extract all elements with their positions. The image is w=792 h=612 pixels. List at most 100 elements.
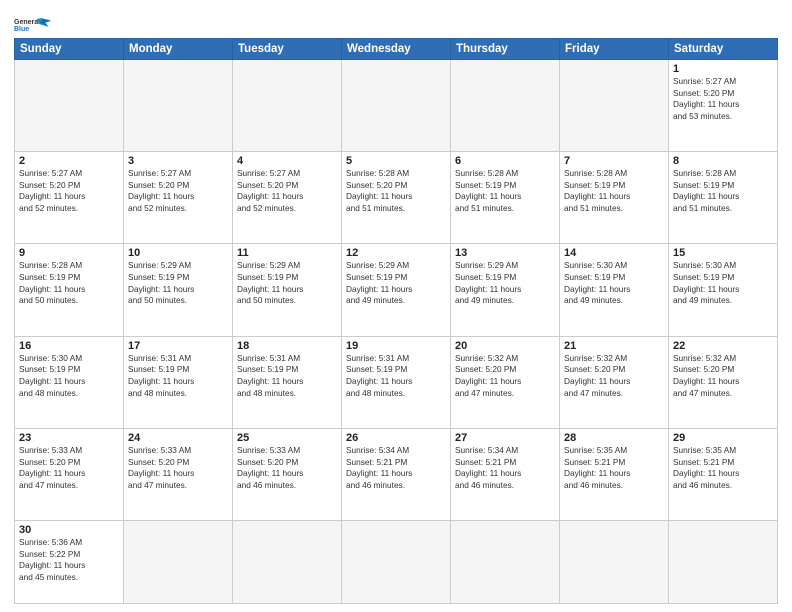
day-number: 29 (673, 432, 773, 444)
calendar-week-row: 16Sunrise: 5:30 AM Sunset: 5:19 PM Dayli… (15, 336, 778, 428)
day-info: Sunrise: 5:36 AM Sunset: 5:22 PM Dayligh… (19, 537, 119, 583)
calendar-table: SundayMondayTuesdayWednesdayThursdayFrid… (14, 38, 778, 604)
calendar-day-cell: 5Sunrise: 5:28 AM Sunset: 5:20 PM Daylig… (342, 152, 451, 244)
day-number: 13 (455, 247, 555, 259)
day-info: Sunrise: 5:29 AM Sunset: 5:19 PM Dayligh… (237, 260, 337, 306)
day-info: Sunrise: 5:31 AM Sunset: 5:19 PM Dayligh… (237, 353, 337, 399)
day-number: 27 (455, 432, 555, 444)
day-info: Sunrise: 5:30 AM Sunset: 5:19 PM Dayligh… (564, 260, 664, 306)
calendar-day-header: Wednesday (342, 39, 451, 60)
calendar-day-header: Sunday (15, 39, 124, 60)
day-info: Sunrise: 5:28 AM Sunset: 5:19 PM Dayligh… (455, 168, 555, 214)
day-number: 28 (564, 432, 664, 444)
svg-text:General: General (14, 19, 40, 26)
calendar-day-cell: 10Sunrise: 5:29 AM Sunset: 5:19 PM Dayli… (124, 244, 233, 336)
day-number: 23 (19, 432, 119, 444)
day-number: 21 (564, 340, 664, 352)
calendar-day-cell: 6Sunrise: 5:28 AM Sunset: 5:19 PM Daylig… (451, 152, 560, 244)
calendar-day-cell: 1Sunrise: 5:27 AM Sunset: 5:20 PM Daylig… (669, 60, 778, 152)
day-info: Sunrise: 5:29 AM Sunset: 5:19 PM Dayligh… (346, 260, 446, 306)
calendar-week-row: 23 Sunrise: 5:33 AM Sunset: 5:20 PM Dayli… (15, 428, 778, 520)
calendar-day-cell (669, 521, 778, 604)
day-info: Sunrise: 5:28 AM Sunset: 5:19 PM Dayligh… (673, 168, 773, 214)
calendar-day-header: Thursday (451, 39, 560, 60)
day-number: 3 (128, 155, 228, 167)
day-number: 2 (19, 155, 119, 167)
day-info: Sunrise: 5:35 AM Sunset: 5:21 PM Dayligh… (564, 445, 664, 491)
calendar-day-header: Saturday (669, 39, 778, 60)
day-number: 20 (455, 340, 555, 352)
day-number: 15 (673, 247, 773, 259)
day-number: 8 (673, 155, 773, 167)
header: General Blue (14, 10, 778, 36)
calendar-day-cell (342, 60, 451, 152)
page: General Blue SundayMondayTuesdayWednesda… (0, 0, 792, 612)
day-number: 11 (237, 247, 337, 259)
calendar-day-cell: 4Sunrise: 5:27 AM Sunset: 5:20 PM Daylig… (233, 152, 342, 244)
calendar-day-cell: 20Sunrise: 5:32 AM Sunset: 5:20 PM Dayli… (451, 336, 560, 428)
calendar-day-cell: 19Sunrise: 5:31 AM Sunset: 5:19 PM Dayli… (342, 336, 451, 428)
logo: General Blue (14, 14, 54, 36)
calendar-week-row: 30Sunrise: 5:36 AM Sunset: 5:22 PM Dayli… (15, 521, 778, 604)
day-info: Sunrise: 5:32 AM Sunset: 5:20 PM Dayligh… (455, 353, 555, 399)
day-number: 19 (346, 340, 446, 352)
day-info: Sunrise: 5:31 AM Sunset: 5:19 PM Dayligh… (346, 353, 446, 399)
calendar-day-cell: 7Sunrise: 5:28 AM Sunset: 5:19 PM Daylig… (560, 152, 669, 244)
day-number: 7 (564, 155, 664, 167)
calendar-day-cell: 13Sunrise: 5:29 AM Sunset: 5:19 PM Dayli… (451, 244, 560, 336)
day-number: 1 (673, 63, 773, 75)
calendar-day-cell: 23Sunrise: 5:33 AM Sunset: 5:20 PM Dayli… (15, 428, 124, 520)
day-number: 24 (128, 432, 228, 444)
day-number: 4 (237, 155, 337, 167)
calendar-day-cell: 18Sunrise: 5:31 AM Sunset: 5:19 PM Dayli… (233, 336, 342, 428)
calendar-day-cell: 21Sunrise: 5:32 AM Sunset: 5:20 PM Dayli… (560, 336, 669, 428)
calendar-day-cell: 22Sunrise: 5:32 AM Sunset: 5:20 PM Dayli… (669, 336, 778, 428)
day-info: Sunrise: 5:29 AM Sunset: 5:19 PM Dayligh… (455, 260, 555, 306)
day-number: 5 (346, 155, 446, 167)
calendar-day-cell: 29Sunrise: 5:35 AM Sunset: 5:21 PM Dayli… (669, 428, 778, 520)
svg-text:Blue: Blue (14, 26, 29, 33)
day-number: 10 (128, 247, 228, 259)
day-info: Sunrise: 5:27 AM Sunset: 5:20 PM Dayligh… (19, 168, 119, 214)
calendar-day-cell (15, 60, 124, 152)
day-info: Sunrise: 5:28 AM Sunset: 5:19 PM Dayligh… (564, 168, 664, 214)
calendar-day-cell: 11Sunrise: 5:29 AM Sunset: 5:19 PM Dayli… (233, 244, 342, 336)
calendar-day-header: Monday (124, 39, 233, 60)
calendar-week-row: 9Sunrise: 5:28 AM Sunset: 5:19 PM Daylig… (15, 244, 778, 336)
day-info: Sunrise: 5:32 AM Sunset: 5:20 PM Dayligh… (564, 353, 664, 399)
day-info: Sunrise: 5:31 AM Sunset: 5:19 PM Dayligh… (128, 353, 228, 399)
day-number: 26 (346, 432, 446, 444)
calendar-week-row: 2Sunrise: 5:27 AM Sunset: 5:20 PM Daylig… (15, 152, 778, 244)
calendar-day-cell: 24Sunrise: 5:33 AM Sunset: 5:20 PM Dayli… (124, 428, 233, 520)
calendar-day-cell: 25Sunrise: 5:33 AM Sunset: 5:20 PM Dayli… (233, 428, 342, 520)
calendar-day-cell (451, 60, 560, 152)
calendar-day-cell (124, 521, 233, 604)
day-info: Sunrise: 5:27 AM Sunset: 5:20 PM Dayligh… (128, 168, 228, 214)
calendar-day-cell: 17Sunrise: 5:31 AM Sunset: 5:19 PM Dayli… (124, 336, 233, 428)
calendar-day-cell (560, 60, 669, 152)
day-info: Sunrise: 5:27 AM Sunset: 5:20 PM Dayligh… (673, 76, 773, 122)
day-info: Sunrise: 5:30 AM Sunset: 5:19 PM Dayligh… (673, 260, 773, 306)
calendar-day-cell: 16Sunrise: 5:30 AM Sunset: 5:19 PM Dayli… (15, 336, 124, 428)
day-info: Sunrise: 5:28 AM Sunset: 5:19 PM Dayligh… (19, 260, 119, 306)
day-info: Sunrise: 5:33 AM Sunset: 5:20 PM Dayligh… (237, 445, 337, 491)
calendar-day-cell: 27Sunrise: 5:34 AM Sunset: 5:21 PM Dayli… (451, 428, 560, 520)
day-number: 25 (237, 432, 337, 444)
day-info: Sunrise: 5:35 AM Sunset: 5:21 PM Dayligh… (673, 445, 773, 491)
calendar-day-cell (233, 60, 342, 152)
day-number: 14 (564, 247, 664, 259)
calendar-day-header: Friday (560, 39, 669, 60)
day-number: 18 (237, 340, 337, 352)
calendar-day-cell: 12Sunrise: 5:29 AM Sunset: 5:19 PM Dayli… (342, 244, 451, 336)
day-number: 9 (19, 247, 119, 259)
calendar-day-cell (233, 521, 342, 604)
logo-icon: General Blue (14, 14, 54, 36)
day-info: Sunrise: 5:27 AM Sunset: 5:20 PM Dayligh… (237, 168, 337, 214)
day-info: Sunrise: 5:34 AM Sunset: 5:21 PM Dayligh… (346, 445, 446, 491)
calendar-day-cell (560, 521, 669, 604)
day-info: Sunrise: 5:32 AM Sunset: 5:20 PM Dayligh… (673, 353, 773, 399)
calendar-day-cell: 26Sunrise: 5:34 AM Sunset: 5:21 PM Dayli… (342, 428, 451, 520)
calendar-day-cell: 3Sunrise: 5:27 AM Sunset: 5:20 PM Daylig… (124, 152, 233, 244)
calendar-day-cell: 30Sunrise: 5:36 AM Sunset: 5:22 PM Dayli… (15, 521, 124, 604)
day-number: 30 (19, 524, 119, 536)
